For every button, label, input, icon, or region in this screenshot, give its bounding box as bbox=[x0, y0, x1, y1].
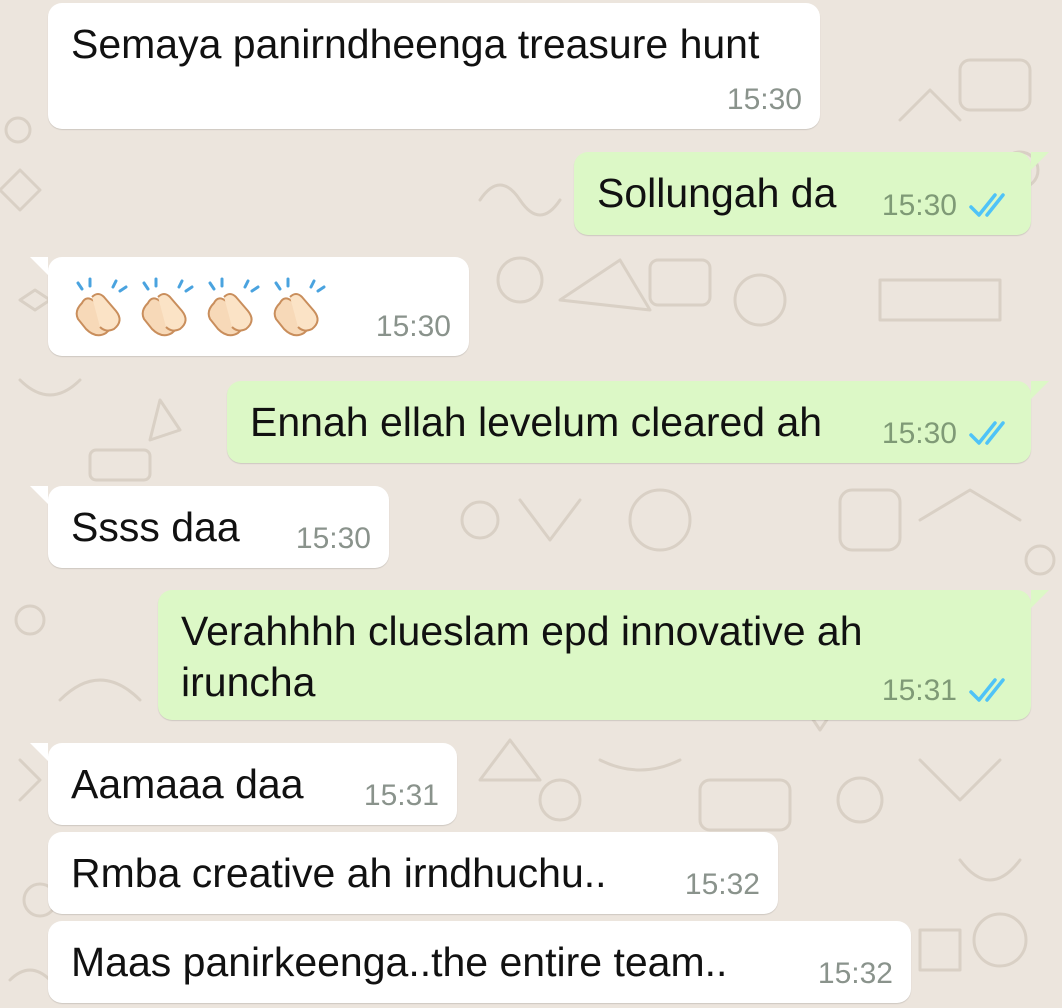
message-meta: 15:30 bbox=[727, 85, 802, 115]
message-bubble-outgoing[interactable]: Verahhhh clueslam epd innovative ah irun… bbox=[158, 590, 1049, 720]
message-time: 15:31 bbox=[363, 779, 439, 812]
message-time: 15:30 bbox=[881, 189, 957, 222]
message-bubble-incoming[interactable]: Rmba creative ah irndhuchu.. 15:32 bbox=[48, 832, 778, 914]
message-meta: 15:30 bbox=[882, 191, 1013, 221]
message-text: Maas panirkeenga..the entire team.. bbox=[71, 939, 728, 985]
clapping-hands-emoji bbox=[141, 277, 194, 337]
message-text: Rmba creative ah irndhuchu.. bbox=[71, 850, 607, 896]
message-time: 15:30 bbox=[881, 417, 957, 450]
clapping-hands-emoji bbox=[273, 277, 326, 337]
conversation: Semaya panirndheenga treasure hunt 15:30… bbox=[0, 0, 1062, 1008]
message-text: Ennah ellah levelum cleared ah bbox=[250, 399, 823, 445]
message-meta: 15:30 bbox=[376, 312, 451, 342]
message-bubble-incoming[interactable]: Aamaaa daa 15:31 bbox=[30, 743, 457, 825]
message-time: 15:31 bbox=[881, 674, 957, 707]
message-meta: 15:30 bbox=[296, 524, 371, 554]
message-time: 15:30 bbox=[375, 310, 451, 343]
message-meta: 15:32 bbox=[818, 959, 893, 989]
message-bubble-incoming[interactable]: Maas panirkeenga..the entire team.. 15:3… bbox=[48, 921, 911, 1003]
message-time: 15:30 bbox=[295, 522, 371, 555]
double-check-read-icon bbox=[969, 193, 1005, 217]
message-time: 15:32 bbox=[684, 868, 760, 901]
message-bubble-incoming[interactable]: Semaya panirndheenga treasure hunt 15:30 bbox=[48, 3, 820, 129]
message-time: 15:30 bbox=[726, 83, 802, 116]
message-bubble-incoming[interactable]: 15:30 bbox=[30, 257, 469, 356]
message-text: Sollungah da bbox=[597, 170, 837, 216]
double-check-read-icon bbox=[969, 678, 1005, 702]
message-bubble-incoming[interactable]: Ssss daa 15:30 bbox=[30, 486, 389, 568]
message-time: 15:32 bbox=[817, 957, 893, 990]
message-meta: 15:31 bbox=[364, 781, 439, 811]
message-meta: 15:31 bbox=[882, 676, 1013, 706]
message-text: Verahhhh clueslam epd innovative ah irun… bbox=[181, 608, 863, 705]
message-meta: 15:30 bbox=[882, 419, 1013, 449]
message-meta: 15:32 bbox=[685, 870, 760, 900]
clapping-hands-emoji bbox=[75, 277, 128, 337]
clapping-hands-emoji bbox=[207, 277, 260, 337]
double-check-read-icon bbox=[969, 421, 1005, 445]
message-bubble-outgoing[interactable]: Sollungah da 15:30 bbox=[574, 152, 1049, 235]
message-bubble-outgoing[interactable]: Ennah ellah levelum cleared ah 15:30 bbox=[227, 381, 1049, 463]
message-text: Aamaaa daa bbox=[71, 761, 304, 807]
message-text: Semaya panirndheenga treasure hunt bbox=[71, 21, 760, 67]
message-text: Ssss daa bbox=[71, 504, 240, 550]
emoji-row bbox=[70, 277, 330, 339]
